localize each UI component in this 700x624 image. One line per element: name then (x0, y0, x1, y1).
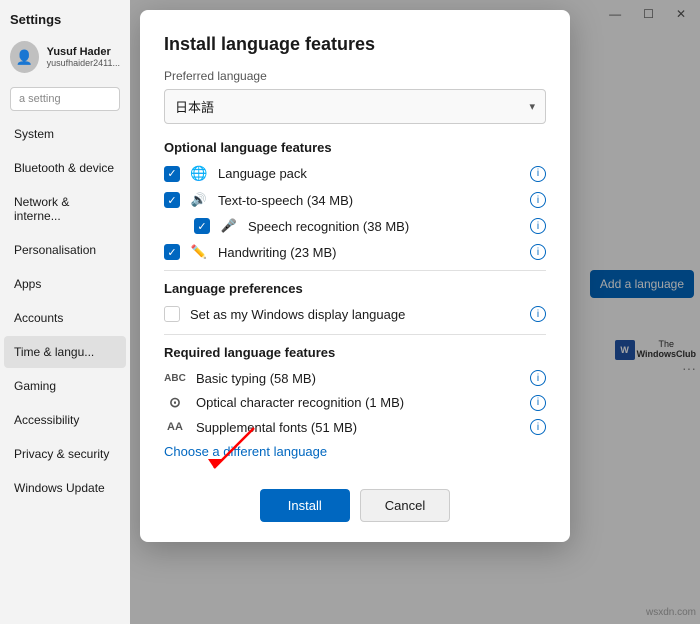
choose-link-container: Choose a different language (164, 443, 546, 475)
speech-recognition-info-icon[interactable]: i (530, 218, 546, 234)
divider-1 (164, 270, 546, 271)
avatar: 👤 (10, 41, 39, 73)
sidebar-item-privacy[interactable]: Privacy & security (4, 438, 126, 470)
language-pack-checkbox[interactable] (164, 166, 180, 182)
lang-pref-heading: Language preferences (164, 281, 546, 296)
tts-info-icon[interactable]: i (530, 192, 546, 208)
main-area: — ☐ ✕ Add a language W The WindowsClub ·… (130, 0, 700, 624)
search-input[interactable]: a setting (10, 87, 120, 111)
feature-handwriting: ✏️ Handwriting (23 MB) i (164, 244, 546, 260)
basic-typing-info-icon[interactable]: i (530, 370, 546, 386)
speech-recognition-icon: 🎤 (220, 218, 238, 234)
tts-icon: 🔊 (190, 192, 208, 208)
lang-pref-section: Language preferences Set as my Windows d… (164, 281, 546, 322)
language-pack-icon: 🌐 (190, 165, 208, 182)
arrow-annotation (194, 423, 264, 483)
install-button[interactable]: Install (260, 489, 350, 522)
modal-overlay: Install language features Preferred lang… (130, 0, 700, 624)
preferred-lang-label: Preferred language (164, 69, 546, 83)
tts-label: Text-to-speech (34 MB) (218, 193, 520, 208)
required-section-heading: Required language features (164, 345, 546, 360)
handwriting-info-icon[interactable]: i (530, 244, 546, 260)
feature-speech-recognition: 🎤 Speech recognition (38 MB) i (164, 218, 546, 234)
display-language-label: Set as my Windows display language (190, 307, 520, 322)
ocr-icon: ⊙ (164, 394, 186, 411)
ocr-label: Optical character recognition (1 MB) (196, 395, 520, 410)
sidebar-item-gaming[interactable]: Gaming (4, 370, 126, 402)
install-language-modal: Install language features Preferred lang… (140, 10, 570, 542)
sidebar-item-accounts[interactable]: Accounts (4, 302, 126, 334)
optional-section-heading: Optional language features (164, 140, 546, 155)
feature-tts: 🔊 Text-to-speech (34 MB) i (164, 192, 546, 208)
sidebar-item-time-language[interactable]: Time & langu... (4, 336, 126, 368)
modal-title: Install language features (164, 34, 546, 55)
language-pack-info-icon[interactable]: i (530, 166, 546, 182)
speech-recognition-checkbox[interactable] (194, 218, 210, 234)
sidebar-item-bluetooth[interactable]: Bluetooth & device (4, 152, 126, 184)
sidebar-item-accessibility[interactable]: Accessibility (4, 404, 126, 436)
cancel-button[interactable]: Cancel (360, 489, 450, 522)
tts-checkbox[interactable] (164, 192, 180, 208)
language-pack-label: Language pack (218, 166, 520, 181)
fonts-icon: AA (164, 421, 186, 433)
handwriting-label: Handwriting (23 MB) (218, 245, 520, 260)
feature-language-pack: 🌐 Language pack i (164, 165, 546, 182)
basic-typing-label: Basic typing (58 MB) (196, 371, 520, 386)
ocr-info-icon[interactable]: i (530, 395, 546, 411)
display-language-feature: Set as my Windows display language i (164, 306, 546, 322)
user-name: Yusuf Hader (47, 46, 120, 58)
app-title: Settings (0, 0, 130, 33)
dropdown-chevron-icon: ▾ (529, 100, 535, 113)
required-ocr: ⊙ Optical character recognition (1 MB) i (164, 394, 546, 411)
sidebar-item-network[interactable]: Network & interne... (4, 186, 126, 232)
sidebar-item-windows-update[interactable]: Windows Update (4, 472, 126, 504)
sidebar-item-personalisation[interactable]: Personalisation (4, 234, 126, 266)
speech-recognition-label: Speech recognition (38 MB) (248, 219, 520, 234)
handwriting-checkbox[interactable] (164, 244, 180, 260)
user-profile[interactable]: 👤 Yusuf Hader yusufhaider2411... (0, 33, 130, 81)
display-language-info-icon[interactable]: i (530, 306, 546, 322)
sidebar-item-apps[interactable]: Apps (4, 268, 126, 300)
modal-footer: Install Cancel (164, 489, 546, 522)
required-section: Required language features ABC Basic typ… (164, 345, 546, 435)
handwriting-icon: ✏️ (190, 244, 208, 260)
sidebar: Settings 👤 Yusuf Hader yusufhaider2411..… (0, 0, 130, 624)
language-dropdown[interactable]: 日本語 ▾ (164, 89, 546, 124)
divider-2 (164, 334, 546, 335)
selected-language: 日本語 (175, 97, 214, 116)
display-language-checkbox[interactable] (164, 306, 180, 322)
sidebar-item-system[interactable]: System (4, 118, 126, 150)
required-basic-typing: ABC Basic typing (58 MB) i (164, 370, 546, 386)
fonts-info-icon[interactable]: i (530, 419, 546, 435)
user-email: yusufhaider2411... (47, 58, 120, 68)
basic-typing-icon: ABC (164, 373, 186, 384)
